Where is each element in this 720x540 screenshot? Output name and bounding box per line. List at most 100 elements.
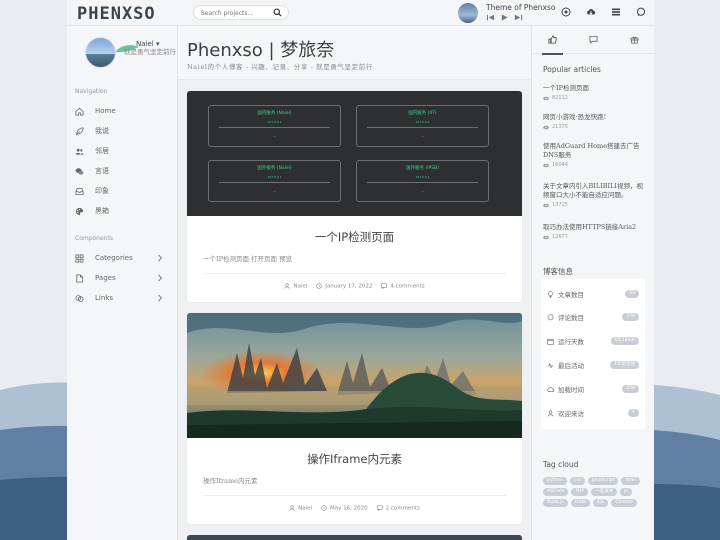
feather-icon (75, 126, 84, 135)
top-header: PHENXSO Theme of Phenxso (67, 0, 654, 26)
tag[interactable]: VSCode (543, 488, 569, 496)
user-icon (284, 283, 290, 289)
list-icon[interactable] (611, 7, 621, 17)
post-thumbnail-iframe[interactable] (187, 313, 522, 438)
chevron-right-icon (158, 294, 163, 302)
post-title[interactable]: 一个IP检测页面 (187, 229, 522, 245)
ip-panel-value: 127.0.0.1 (415, 120, 430, 124)
search-box (193, 5, 289, 20)
view-count: 16044 (552, 162, 568, 168)
ip-panel: 国内服务 (IIT) 127.0.0.1 --- (356, 105, 489, 147)
fantasy-landscape-image (187, 313, 522, 438)
popular-article-title[interactable]: 一个IP检测页面 (543, 84, 649, 93)
post-author[interactable]: Naiel (293, 284, 307, 290)
post-meta: Naiel May 16, 2020 2 comments (187, 505, 522, 512)
popular-article[interactable]: 一个IP检测页面 82112 (543, 84, 649, 101)
ip-panel: 国内服务 (Naiel) 127.0.0.1 --- (208, 105, 341, 147)
popular-article-title[interactable]: 网页小游戏·恐龙快跑! (543, 113, 649, 122)
ip-panel-detail: --- (420, 134, 425, 138)
post-comments[interactable]: 2 comments (386, 506, 420, 512)
popular-article[interactable]: 网页小游戏·恐龙快跑! 21375 (543, 113, 649, 130)
tag[interactable]: html (621, 477, 640, 485)
tag[interactable]: css (569, 477, 585, 485)
user-icon (289, 505, 295, 511)
nav-item-links[interactable]: Links (75, 291, 173, 305)
nav-item-label: 黑箱 (95, 207, 109, 215)
search-icon[interactable] (273, 8, 282, 17)
post-card[interactable] (187, 535, 522, 540)
clock-icon (316, 283, 322, 289)
tab-comments[interactable] (573, 26, 614, 54)
post-author[interactable]: Naiel (298, 506, 312, 512)
tag[interactable]: PHP (571, 488, 589, 496)
nav-item-wo-shuo[interactable]: 我说 (75, 124, 173, 138)
blog-info-heading: 博客信息 (543, 267, 573, 276)
tag[interactable]: JavaScript (587, 477, 619, 485)
tag[interactable]: Frida (570, 499, 590, 507)
tag-cloud: python css JavaScript html VSCode PHP 一些… (543, 477, 649, 507)
blog-stats-panel: 文章数目 50 评论数目 276 运行天数 6年184天 最后活动 1年前活动 … (541, 279, 645, 429)
stat-badge: 50 (625, 290, 639, 298)
music-cover[interactable] (458, 3, 478, 23)
view-count: 82112 (552, 95, 568, 101)
previous-icon[interactable] (486, 13, 495, 22)
tag[interactable]: python (543, 477, 567, 485)
post-card[interactable]: 国内服务 (Naiel) 127.0.0.1 --- 国内服务 (IIT) 12… (187, 91, 522, 302)
chevron-right-icon (158, 274, 163, 282)
ip-panel-title: 国外服务 (IPSB) (406, 166, 439, 171)
nav-item-impression[interactable]: 印象 (75, 184, 173, 198)
post-thumbnail-ip-check[interactable]: 国内服务 (Naiel) 127.0.0.1 --- 国内服务 (IIT) 12… (187, 91, 522, 216)
next-icon[interactable] (514, 13, 523, 22)
nav-item-pages[interactable]: Pages (75, 271, 173, 285)
play-icon[interactable] (500, 13, 509, 22)
popular-article[interactable]: 取巧办法使用HTTPS链接Aria2 12677 (543, 223, 649, 240)
stat-label: 欢迎来访 (558, 410, 584, 418)
ip-panel-title: 国外服务 (Naiel) (257, 166, 292, 171)
post-title[interactable]: 操作Iframe内元素 (187, 451, 522, 467)
nav-item-label: Home (95, 107, 116, 115)
right-sidebar: Popular articles 一个IP检测页面 82112 网页小游戏·恐龙… (531, 26, 655, 540)
calendar-icon (547, 338, 554, 345)
ip-panel-value: 127.0.0.1 (267, 175, 282, 179)
nav-item-words[interactable]: 言语 (75, 164, 173, 178)
popular-article-title[interactable]: 取巧办法使用HTTPS链接Aria2 (543, 223, 649, 232)
search-input[interactable] (201, 8, 271, 18)
home-icon (75, 107, 84, 116)
tag[interactable]: Chrome (611, 499, 638, 507)
nav-item-categories[interactable]: Categories (75, 251, 173, 265)
popular-article[interactable]: 关于文章内引入BILIBILI视频，视频窗口大小不能自适应问题。 13725 (543, 182, 649, 208)
profile-name[interactable]: Naiel ▾ (136, 40, 159, 48)
avatar[interactable] (85, 37, 116, 68)
ip-panel-value: 127.0.0.1 (267, 120, 282, 124)
link-icon (75, 294, 84, 302)
ip-panel-title: 国内服务 (IIT) (408, 111, 437, 116)
tag[interactable]: IDE (592, 499, 609, 507)
profile-motto: 就是勇气坚定前行 (124, 48, 176, 56)
nav-item-blackbox[interactable]: 黑箱 (75, 204, 173, 218)
stat-row: 运行天数 6年184天 (547, 335, 639, 347)
eye-icon (543, 235, 549, 239)
cloud-download-icon[interactable] (586, 7, 596, 17)
site-logo[interactable]: PHENXSO (77, 4, 156, 24)
sidebar-tabs (532, 26, 655, 55)
tag[interactable]: 一些资本 (591, 488, 618, 496)
ip-panel-value: 127.0.0.1 (415, 175, 430, 179)
post-card[interactable]: 操作Iframe内元素 操作Iframe内元素 Naiel May 16, 20… (187, 313, 522, 524)
target-icon[interactable] (561, 7, 571, 17)
tag[interactable]: Node.js (543, 499, 568, 507)
tab-gifts[interactable] (614, 26, 655, 54)
post-comments[interactable]: 4 comments (390, 284, 424, 290)
cloud-icon (547, 386, 554, 392)
chat-bubble-icon[interactable] (636, 7, 646, 17)
popular-article-title[interactable]: 使用AdGuard Home搭建去广告DNS服务 (543, 142, 649, 160)
components-section-heading: Components (75, 235, 113, 242)
comment-icon (381, 283, 388, 289)
popular-article-title[interactable]: 关于文章内引入BILIBILI视频，视频窗口大小不能自适应问题。 (543, 182, 649, 200)
tag[interactable]: js (620, 488, 632, 496)
nav-item-neighbors[interactable]: 邻居 (75, 144, 173, 158)
nav-item-home[interactable]: Home (75, 104, 173, 118)
view-count: 13725 (552, 202, 568, 208)
post-list: 国内服务 (Naiel) 127.0.0.1 --- 国内服务 (IIT) 12… (178, 80, 531, 540)
popular-article[interactable]: 使用AdGuard Home搭建去广告DNS服务 16044 (543, 142, 649, 168)
tab-popular[interactable] (532, 26, 573, 55)
